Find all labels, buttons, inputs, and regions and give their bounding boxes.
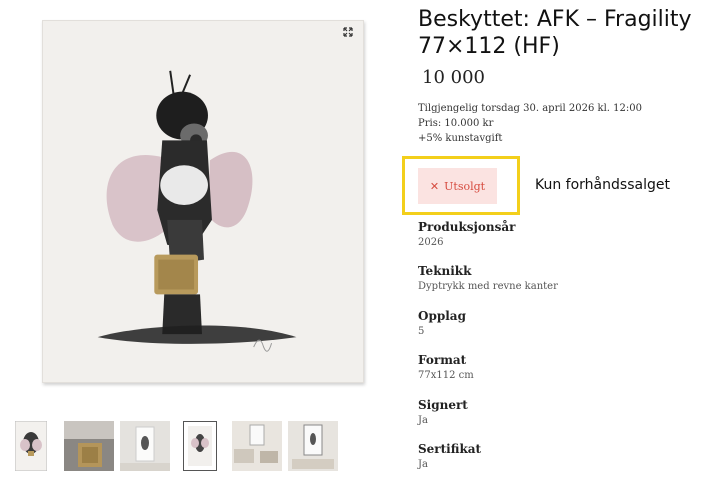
spec-label: Opplag [418,309,466,323]
product-title-line1: Beskyttet: AFK – Fragility [418,7,692,32]
spec-technique: Teknikk Dyptrykk med revne kanter [418,263,558,295]
spec-label: Signert [418,398,468,412]
expand-icon[interactable] [340,24,356,40]
product-price: 10 000 [422,67,485,88]
thumbnail-2[interactable] [64,421,114,471]
spec-label: Teknikk [418,264,472,278]
spec-value: 5 [418,326,425,337]
presale-annotation: Kun forhåndssalget [535,177,670,193]
spec-value: Ja [418,459,428,470]
close-icon: ✕ [429,179,440,193]
spec-label: Format [418,353,467,367]
spec-production-year: Produksjonsår 2026 [418,219,515,251]
thumbnail-1[interactable] [15,421,47,471]
spec-certificate: Sertifikat Ja [418,441,481,473]
product-main-image[interactable] [42,20,364,383]
availability-price: Pris: 10.000 kr [418,118,494,129]
availability-date: Tilgjengelig torsdag 30. april 2026 kl. … [418,103,642,114]
product-title-line2: 77×112 (HF) [418,34,560,59]
soldout-label: Utsolgt [444,179,486,193]
spec-edition: Opplag 5 [418,308,466,340]
thumbnail-6[interactable] [288,421,338,471]
thumbnail-5[interactable] [232,421,282,471]
soldout-button[interactable]: ✕ Utsolgt [418,168,497,204]
thumbnail-3[interactable] [120,421,170,471]
spec-value: 2026 [418,237,444,248]
artwork-illustration [43,21,363,382]
spec-label: Sertifikat [418,442,482,456]
spec-value: 77x112 cm [418,370,474,381]
spec-value: Ja [418,415,428,426]
availability-fee: +5% kunstavgift [418,133,503,144]
thumbnail-4[interactable] [183,421,217,471]
spec-value: Dyptrykk med revne kanter [418,281,558,292]
spec-label: Produksjonsår [418,220,516,234]
product-title: Beskyttet: AFK – Fragility 77×112 (HF) [418,6,718,60]
spec-format: Format 77x112 cm [418,352,474,384]
availability-info: Tilgjengelig torsdag 30. april 2026 kl. … [418,101,642,146]
spec-signed: Signert Ja [418,397,468,429]
